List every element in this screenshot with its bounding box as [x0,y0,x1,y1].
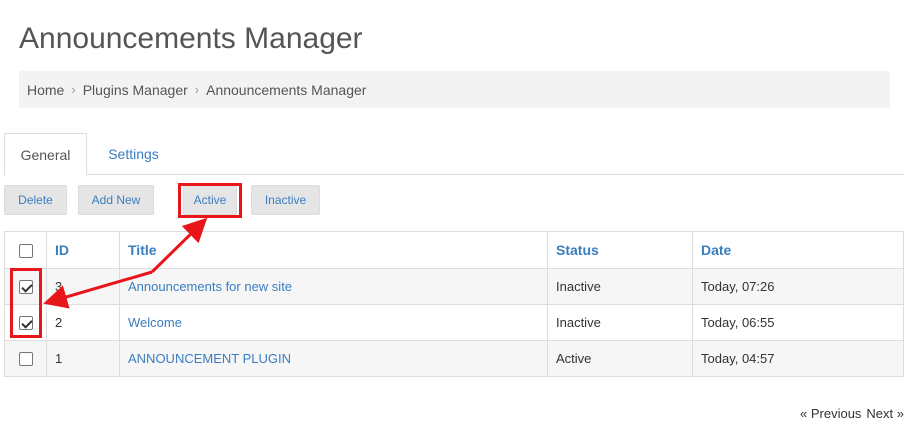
row-title-link[interactable]: Welcome [128,315,182,330]
chevron-right-icon: › [71,82,76,97]
row-id: 1 [46,340,120,377]
announcements-table: ID Title Status Date 3 Announcements for… [4,231,904,377]
row-status: Active [547,340,693,377]
row-title-link[interactable]: ANNOUNCEMENT PLUGIN [128,351,291,366]
row-title-link[interactable]: Announcements for new site [128,279,292,294]
row-checkbox[interactable] [18,352,33,367]
column-header-status[interactable]: Status [547,231,693,269]
pagination: « Previous Next » [800,406,904,421]
row-check-cell [4,268,47,305]
row-check-cell [4,340,47,377]
row-title-cell: ANNOUNCEMENT PLUGIN [119,340,548,377]
page-title: Announcements Manager [19,22,363,55]
select-all-cell [4,231,47,269]
table-header-row: ID Title Status Date [4,231,904,269]
tab-settings[interactable]: Settings [87,133,180,175]
active-button[interactable]: Active [183,185,237,215]
breadcrumb-home[interactable]: Home [27,82,64,98]
row-id: 2 [46,304,120,341]
table-row: 3 Announcements for new site Inactive To… [4,268,904,305]
row-date: Today, 04:57 [692,340,904,377]
column-header-id[interactable]: ID [46,231,120,269]
row-title-cell: Welcome [119,304,548,341]
next-page-link[interactable]: Next » [866,406,904,421]
row-checkbox[interactable] [18,316,33,331]
row-checkbox[interactable] [18,280,33,295]
previous-page-link[interactable]: « Previous [800,406,861,421]
delete-button[interactable]: Delete [4,185,67,215]
table-row: 1 ANNOUNCEMENT PLUGIN Active Today, 04:5… [4,340,904,377]
breadcrumb-plugins-manager[interactable]: Plugins Manager [83,82,188,98]
row-status: Inactive [547,304,693,341]
column-header-date[interactable]: Date [692,231,904,269]
row-id: 3 [46,268,120,305]
row-date: Today, 06:55 [692,304,904,341]
row-date: Today, 07:26 [692,268,904,305]
select-all-checkbox[interactable] [18,244,33,259]
tab-bar: General Settings [4,133,904,176]
table-row: 2 Welcome Inactive Today, 06:55 [4,304,904,341]
row-title-cell: Announcements for new site [119,268,548,305]
chevron-right-icon: › [194,82,200,97]
add-new-button[interactable]: Add New [78,185,154,215]
row-status: Inactive [547,268,693,305]
column-header-title[interactable]: Title [119,231,548,269]
breadcrumb-announcements-manager: Announcements Manager [206,81,367,98]
tab-general[interactable]: General [4,133,87,176]
breadcrumb: Home › Plugins Manager › Announcements M… [19,71,890,108]
inactive-button[interactable]: Inactive [251,185,320,215]
row-check-cell [4,304,47,341]
